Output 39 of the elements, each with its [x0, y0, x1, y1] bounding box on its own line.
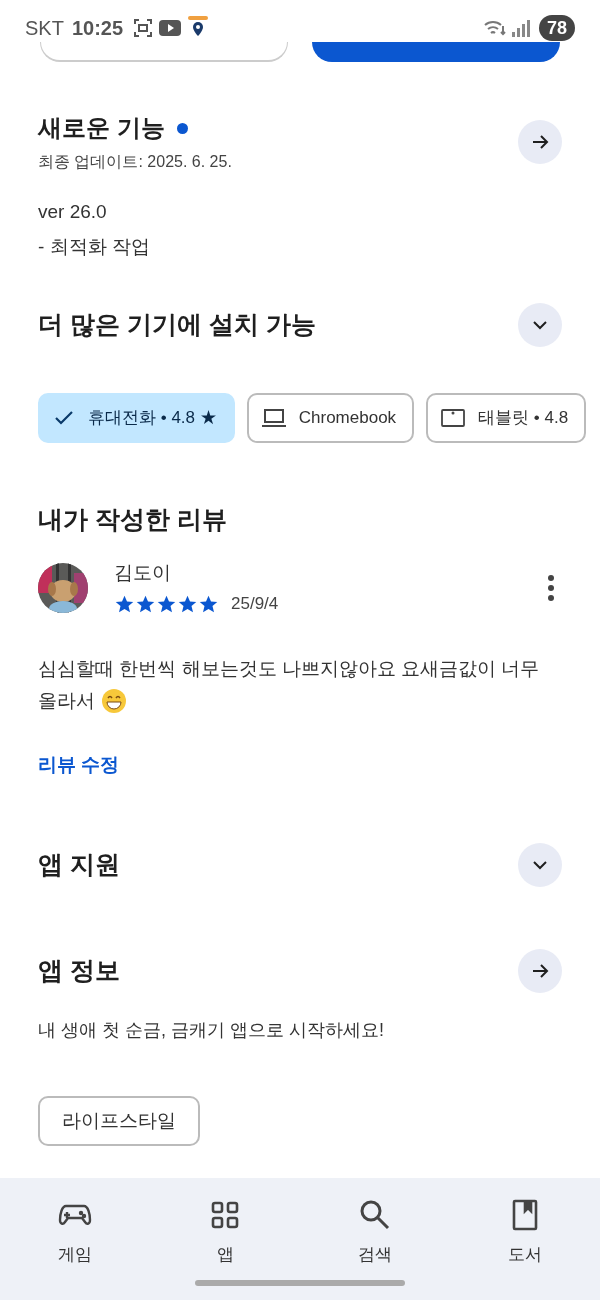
screenshot-icon [133, 18, 154, 38]
laptop-icon [260, 407, 287, 429]
carrier-name: SKT [25, 16, 64, 41]
nav-tab[interactable]: 앱 [150, 1198, 300, 1268]
clock-time: 10:25 [71, 16, 124, 41]
section-title: 내가 작성한 리뷰 [37, 504, 228, 535]
video-play-icon [159, 20, 182, 36]
release-note: - 최적화 작업 [38, 234, 151, 259]
section-title: 앱 지원 [38, 849, 120, 881]
category-chip[interactable]: 라이프스타일 [38, 1096, 200, 1146]
filled-button[interactable] [312, 42, 560, 62]
nav-tab[interactable]: 게임 [0, 1198, 150, 1268]
section-title: 더 많은 기기에 설치 가능 [38, 309, 316, 341]
wifi-icon [482, 18, 507, 38]
arrow-button[interactable] [518, 949, 562, 993]
section-title: 새로운 기능 [38, 113, 165, 143]
edit-review-link[interactable]: 리뷰 수정 [38, 750, 120, 779]
device-chip[interactable]: 태블릿 • 4.8 [426, 393, 587, 443]
release-note: ver 26.0 [38, 200, 108, 224]
search-icon [359, 1198, 391, 1232]
app-description: 내 생애 첫 순금, 금캐기 앱으로 시작하세요! [37, 1019, 385, 1042]
update-date: 최종 업데이트: 2025. 6. 25. [38, 152, 233, 172]
nav-tab[interactable]: 검색 [300, 1198, 450, 1268]
nav-tab[interactable]: 도서 [450, 1198, 600, 1268]
reviewer-name: 김도이 [114, 560, 172, 585]
device-chip[interactable]: Chromebook [246, 393, 415, 443]
review-date: 25/9/4 [231, 593, 279, 615]
grinning-emoji-icon [101, 687, 127, 714]
new-indicator-icon [176, 122, 188, 134]
signal-icon [510, 19, 531, 37]
section-title: 앱 정보 [38, 955, 120, 987]
more-options-icon[interactable] [546, 574, 556, 601]
arrow-button[interactable] [518, 120, 562, 164]
bookmark-book-icon [511, 1198, 539, 1232]
battery-level: 78 [538, 15, 575, 41]
review-text-line: 심심할때 한번씩 해보는것도 나쁘지않아요 요새금값이 너무 [38, 656, 540, 681]
review-text-line: 올라서 [38, 688, 95, 713]
device-chip[interactable]: 휴대전화 • 4.8 ★ [38, 393, 235, 443]
tablet-icon [440, 407, 467, 429]
